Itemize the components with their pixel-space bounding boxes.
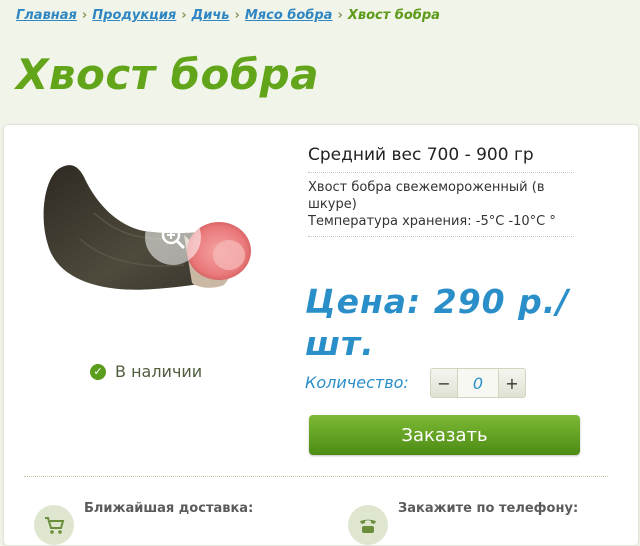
breadcrumb-link-game[interactable]: Дичь	[192, 8, 230, 23]
quantity-label: Количество:	[305, 373, 409, 392]
product-description: Хвост бобра свежемороженный (в шкуре) Те…	[308, 179, 574, 237]
price: Цена: 290 р./ шт.	[305, 282, 570, 363]
description-line: Хвост бобра свежемороженный (в шкуре)	[308, 180, 545, 212]
breadcrumb-current: Хвост бобра	[347, 8, 440, 23]
breadcrumb: Главная › Продукция › Дичь › Мясо бобра …	[16, 8, 440, 23]
breadcrumb-separator: ›	[234, 8, 240, 23]
phone-info: Закажите по телефону:	[348, 501, 578, 545]
breadcrumb-link-home[interactable]: Главная	[16, 8, 77, 23]
divider	[24, 476, 608, 477]
breadcrumb-link-products[interactable]: Продукция	[92, 8, 176, 23]
quantity-input[interactable]: 0	[457, 369, 499, 397]
product-image[interactable]	[24, 143, 274, 323]
phone-icon	[348, 505, 388, 545]
delivery-label: Ближайшая доставка:	[84, 501, 254, 516]
breadcrumb-separator: ›	[181, 8, 187, 23]
product-card: ✓ В наличии Средний вес 700 - 900 гр Хво…	[3, 124, 639, 546]
delivery-info: Ближайшая доставка:	[34, 501, 253, 545]
check-icon: ✓	[90, 363, 106, 380]
page-title: Хвост бобра	[16, 50, 320, 99]
zoom-icon[interactable]	[145, 209, 201, 265]
stock-status: ✓ В наличии	[90, 362, 202, 381]
quantity-decrement-button[interactable]: −	[431, 369, 457, 397]
storage-temperature: Температура хранения: -5°С -10°С °	[308, 214, 556, 229]
order-button[interactable]: Заказать	[309, 415, 580, 455]
breadcrumb-separator: ›	[337, 8, 343, 23]
stock-status-label: В наличии	[115, 362, 203, 381]
phone-label: Закажите по телефону:	[398, 501, 579, 516]
average-weight: Средний вес 700 - 900 гр	[308, 145, 574, 173]
breadcrumb-link-beaver-meat[interactable]: Мясо бобра	[245, 8, 333, 23]
quantity-increment-button[interactable]: +	[499, 369, 525, 397]
quantity-stepper: − 0 +	[430, 368, 526, 398]
breadcrumb-separator: ›	[81, 8, 88, 23]
cart-icon	[34, 505, 74, 545]
